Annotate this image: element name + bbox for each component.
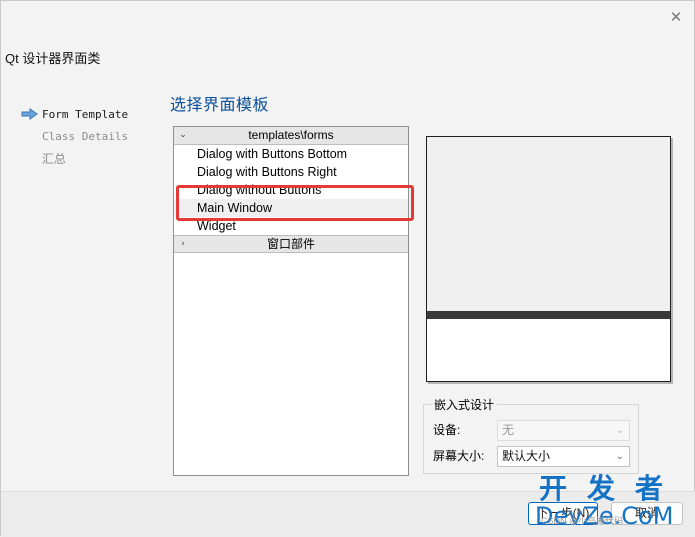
group-label: 窗口部件 xyxy=(266,237,315,251)
group-label: templates\forms xyxy=(248,128,334,142)
chevron-down-icon: ⌄ xyxy=(615,425,624,436)
step-label: 汇总 xyxy=(42,151,67,166)
step-label: Form Template xyxy=(42,107,129,121)
preview-status-bar xyxy=(427,311,670,319)
preview-main-area xyxy=(427,137,670,311)
template-tree[interactable]: ⌄ templates\forms Dialog with Buttons Bo… xyxy=(173,126,409,476)
arrow-right-icon xyxy=(21,108,38,120)
device-label: 设备: xyxy=(433,423,461,437)
tree-group-forms[interactable]: ⌄ templates\forms xyxy=(174,127,408,145)
chevron-down-icon[interactable]: ⌄ xyxy=(616,447,624,466)
tree-group-widgets[interactable]: › 窗口部件 xyxy=(174,235,408,253)
close-icon[interactable]: ✕ xyxy=(663,6,689,28)
device-value: 无 xyxy=(502,423,515,437)
embedded-design-legend: 嵌入式设计 xyxy=(431,396,498,413)
screen-size-value: 默认大小 xyxy=(502,449,551,463)
template-preview xyxy=(426,136,671,382)
window-title: Qt 设计器界面类 xyxy=(5,51,101,66)
device-select: 无 ⌄ xyxy=(497,420,630,441)
screen-size-select[interactable]: 默认大小 ⌄ xyxy=(497,446,630,467)
dialog-window: ✕ Qt 设计器界面类 Form Template Class Details … xyxy=(0,0,695,537)
tree-item[interactable]: Widget xyxy=(174,217,408,235)
step-class-details: Class Details xyxy=(42,128,128,144)
step-form-template: Form Template xyxy=(21,106,128,122)
step-summary: 汇总 xyxy=(42,150,66,166)
tree-item[interactable]: Dialog without Buttons xyxy=(174,181,408,199)
tree-item[interactable]: Dialog with Buttons Right xyxy=(174,163,408,181)
tree-item[interactable]: Dialog with Buttons Bottom xyxy=(174,145,408,163)
step-label: Class Details xyxy=(42,129,129,143)
tree-item-selected[interactable]: Main Window xyxy=(174,199,408,217)
page-heading: 选择界面模板 xyxy=(170,97,270,114)
chevron-down-icon[interactable]: ⌄ xyxy=(178,127,188,144)
chevron-right-icon[interactable]: › xyxy=(178,236,188,253)
next-button[interactable]: 下一步(N) xyxy=(528,502,598,525)
screen-size-label: 屏幕大小: xyxy=(433,449,485,463)
cancel-button[interactable]: 取消 xyxy=(611,502,683,525)
